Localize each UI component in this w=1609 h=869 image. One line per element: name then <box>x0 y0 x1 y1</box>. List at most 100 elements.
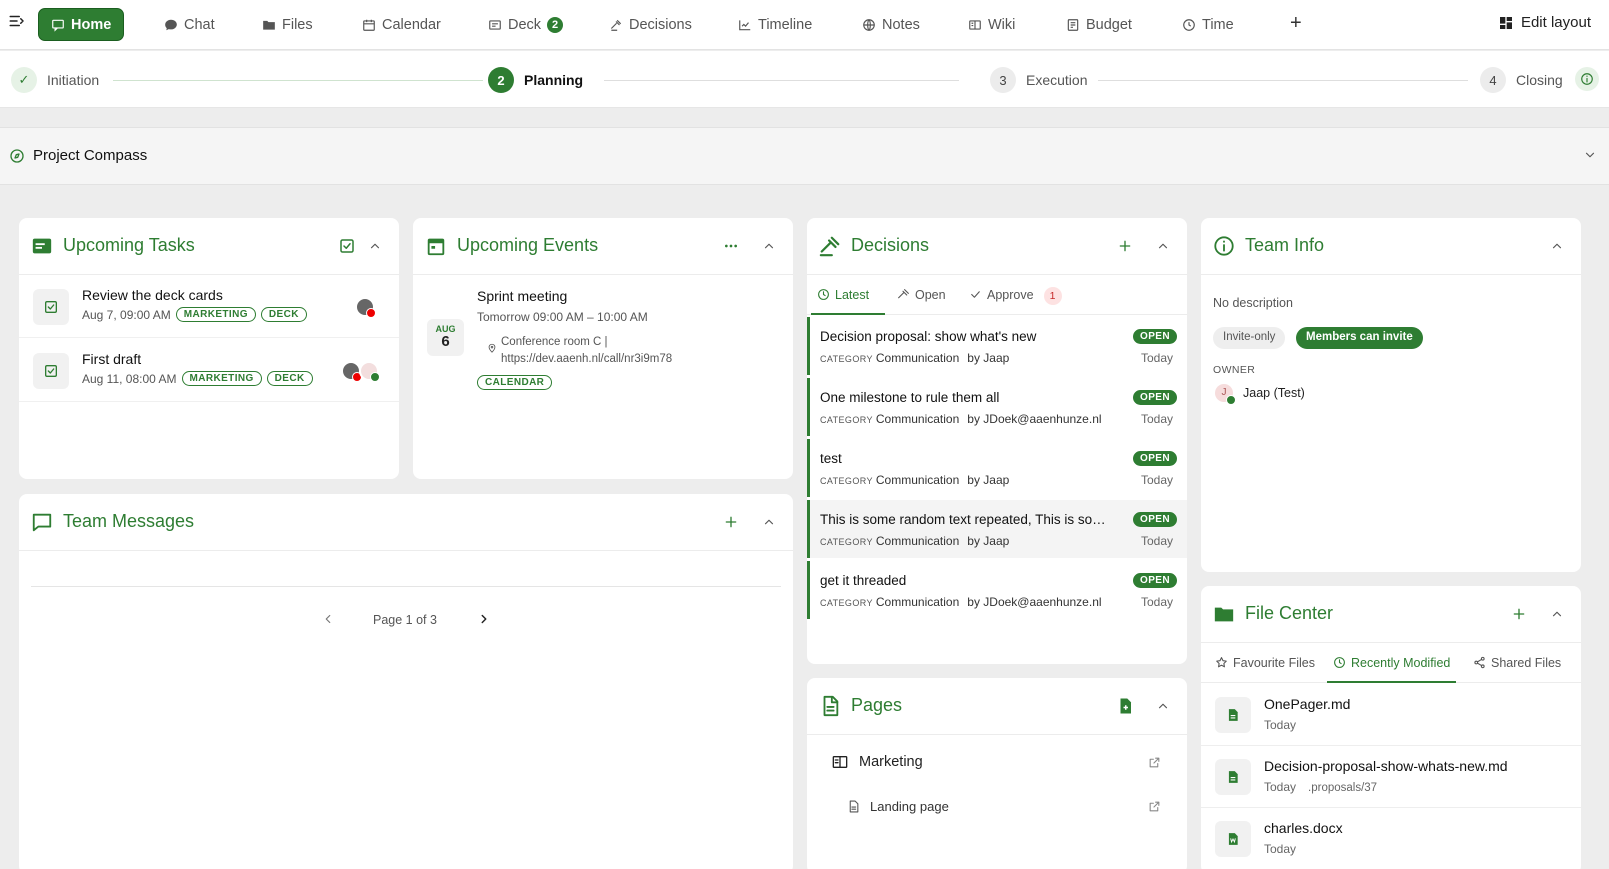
status-badge: OPEN <box>1133 451 1177 466</box>
calendar-icon <box>425 235 447 257</box>
chevron-up-icon[interactable] <box>759 512 779 532</box>
pages-card: Pages Marketing Landing page <box>807 678 1187 869</box>
avatar <box>341 361 362 382</box>
clock-icon <box>1183 18 1195 31</box>
external-link-icon[interactable] <box>1148 800 1161 816</box>
nav-wiki[interactable]: Wiki <box>956 8 1027 41</box>
card-header: Decisions <box>807 218 1187 275</box>
nav-notes[interactable]: Notes <box>850 8 932 41</box>
task-item[interactable]: Review the deck cards Aug 7, 09:00 AM MA… <box>19 275 399 338</box>
nav-home[interactable]: Home <box>38 8 125 41</box>
card-header: Upcoming Events <box>413 218 793 275</box>
nav-deck[interactable]: Deck 2 <box>476 8 575 41</box>
card-title: Upcoming Tasks <box>63 235 195 255</box>
avatar <box>355 297 376 318</box>
add-icon[interactable] <box>721 512 741 532</box>
chevron-up-icon[interactable] <box>1153 236 1173 256</box>
tab-recently-modified[interactable]: Recently Modified <box>1327 653 1457 683</box>
deck-icon <box>489 19 501 30</box>
chat-icon <box>165 19 177 30</box>
word-document-icon <box>1215 821 1251 857</box>
task-check-icon[interactable] <box>33 289 69 325</box>
budget-icon <box>1067 18 1079 31</box>
gavel-icon <box>610 19 622 31</box>
upcoming-events-card: Upcoming Events AUG 6 Sprint meeting Tom… <box>413 218 793 479</box>
nav-time[interactable]: Time <box>1170 8 1246 41</box>
nav-files[interactable]: Files <box>250 8 325 41</box>
nav-decisions[interactable]: Decisions <box>597 8 704 41</box>
file-item[interactable]: charles.docx Today <box>1201 808 1581 869</box>
decisions-card: Decisions Latest Open Approve 1 Decision… <box>807 218 1187 664</box>
task-check-icon[interactable] <box>33 353 69 389</box>
upcoming-tasks-card: Upcoming Tasks Review the deck cards Aug… <box>19 218 399 479</box>
owner-name[interactable]: Jaap (Test) <box>1243 386 1305 400</box>
checkbox-icon[interactable] <box>337 236 357 256</box>
nav-timeline[interactable]: Timeline <box>726 8 824 41</box>
chevron-up-icon[interactable] <box>1547 604 1567 624</box>
edit-layout-button[interactable]: Edit layout <box>1498 14 1591 31</box>
tab-shared-files[interactable]: Shared Files <box>1467 653 1567 683</box>
tab-open[interactable]: Open <box>891 285 952 315</box>
tag-marketing: MARKETING <box>181 371 262 386</box>
tab-latest[interactable]: Latest <box>811 285 885 315</box>
chevron-up-icon[interactable] <box>759 236 779 256</box>
compass-icon <box>9 148 25 167</box>
add-page-icon[interactable] <box>1115 696 1135 716</box>
decision-item[interactable]: This is some random text repeated, This … <box>807 500 1187 558</box>
step-execution[interactable]: 3 Execution <box>990 67 1087 93</box>
event-location: Conference room C | https://dev.aaenh.nl… <box>501 336 673 365</box>
external-link-icon[interactable] <box>1148 756 1161 772</box>
add-tab-button[interactable]: + <box>1290 12 1302 35</box>
team-settings-pills: Invite-only Members can invite <box>1213 327 1573 351</box>
chevron-left-icon[interactable] <box>321 612 335 629</box>
card-title: Upcoming Events <box>457 235 599 255</box>
file-item[interactable]: OnePager.md Today <box>1201 684 1581 746</box>
document-icon <box>819 695 841 717</box>
status-busy-icon <box>366 308 376 318</box>
more-options-icon[interactable] <box>721 236 741 256</box>
page-item-landing[interactable]: Landing page <box>847 799 949 814</box>
page-item-marketing[interactable]: Marketing <box>831 754 923 770</box>
decision-item[interactable]: One milestone to rule them all OPEN CATE… <box>807 378 1187 436</box>
nav-calendar[interactable]: Calendar <box>350 8 453 41</box>
owner-label: OWNER <box>1213 364 1256 376</box>
nav-chat[interactable]: Chat <box>152 8 227 41</box>
tab-favourite-files[interactable]: Favourite Files <box>1209 653 1321 683</box>
nav-budget[interactable]: Budget <box>1054 8 1144 41</box>
star-icon <box>1216 657 1227 668</box>
avatar <box>359 361 380 382</box>
decision-item[interactable]: test OPEN CATEGORY Communication by Jaap T… <box>807 439 1187 497</box>
task-date: Aug 11, 08:00 AM <box>82 371 177 386</box>
card-header: Team Info <box>1201 218 1581 275</box>
approve-count-badge: 1 <box>1043 287 1062 305</box>
chevron-up-icon[interactable] <box>1153 696 1173 716</box>
event-title[interactable]: Sprint meeting <box>477 288 567 304</box>
team-description: No description <box>1213 296 1293 310</box>
card-header: File Center <box>1201 586 1581 643</box>
step-planning[interactable]: 2 Planning <box>488 67 583 93</box>
project-bar[interactable]: Project Compass <box>0 127 1609 185</box>
info-icon[interactable] <box>1575 67 1599 91</box>
tasks-icon <box>31 235 53 257</box>
card-title: Team Info <box>1245 235 1325 255</box>
decision-item[interactable]: Decision proposal: show what's new OPEN … <box>807 317 1187 375</box>
card-header: Pages <box>807 678 1187 735</box>
chevron-up-icon[interactable] <box>1547 236 1567 256</box>
decision-item[interactable]: get it threaded OPEN CATEGORY Communicati… <box>807 561 1187 619</box>
globe-icon <box>863 18 875 31</box>
menu-collapse-icon[interactable] <box>8 12 28 32</box>
chevron-right-icon[interactable] <box>477 612 491 629</box>
step-initiation[interactable]: ✓ Initiation <box>11 67 99 93</box>
dashboard-icon <box>1499 16 1512 29</box>
tab-approve[interactable]: Approve 1 <box>963 285 1068 315</box>
team-messages-card: Team Messages Page 1 of 3 <box>19 494 793 869</box>
task-item[interactable]: First draft Aug 11, 08:00 AM MARKETING D… <box>19 339 399 402</box>
chevron-down-icon[interactable] <box>1583 148 1597 165</box>
add-icon[interactable] <box>1509 604 1529 624</box>
chevron-up-icon[interactable] <box>365 236 385 256</box>
task-date: Aug 7, 09:00 AM <box>82 307 171 322</box>
add-icon[interactable] <box>1115 236 1135 256</box>
timeline-icon <box>739 19 751 30</box>
step-closing[interactable]: 4 Closing <box>1480 67 1563 93</box>
file-item[interactable]: Decision-proposal-show-whats-new.md Toda… <box>1201 746 1581 808</box>
